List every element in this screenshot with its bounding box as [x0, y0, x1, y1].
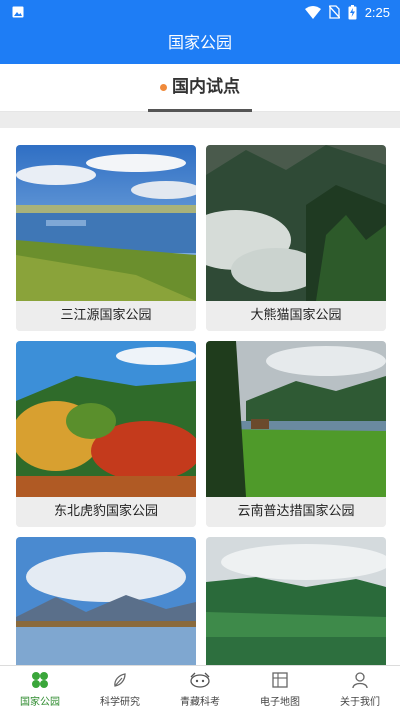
status-time: 2:25 [364, 4, 390, 20]
nav-label: 科学研究 [100, 697, 140, 708]
tab-dot-icon [160, 83, 167, 91]
park-icon [32, 672, 48, 688]
nav-about-us[interactable]: 关于我们 [320, 666, 400, 711]
status-bar: 2:25 [0, 0, 400, 24]
nav-map[interactable]: 电子地图 [240, 666, 320, 711]
expedition-icon [190, 672, 210, 688]
tab-label: 国内试点 [172, 77, 240, 97]
gallery-icon [12, 6, 24, 18]
park-card[interactable]: 东北虎豹国家公园 [16, 341, 196, 527]
park-name: 三江源国家公园 [16, 301, 196, 331]
park-card[interactable]: 大熊猫国家公园 [206, 145, 386, 331]
section-divider [0, 112, 400, 128]
park-name: 大熊猫国家公园 [206, 301, 386, 331]
nav-research[interactable]: 科学研究 [80, 666, 160, 711]
park-image [16, 341, 196, 497]
park-image [16, 537, 196, 665]
bottom-nav: 国家公园 科学研究 青藏科考 电子地图 关于我们 [0, 665, 400, 711]
nav-label: 青藏科考 [180, 697, 220, 708]
user-icon [352, 672, 368, 689]
park-name: 东北虎豹国家公园 [16, 497, 196, 527]
tab-bar: 国内试点 [0, 64, 400, 112]
nav-national-parks[interactable]: 国家公园 [0, 666, 80, 711]
nav-label: 电子地图 [260, 697, 300, 708]
wifi-icon [304, 5, 321, 19]
park-image [206, 537, 386, 665]
park-card[interactable] [206, 537, 386, 665]
nav-label: 关于我们 [340, 697, 380, 708]
park-grid: 三江源国家公园 大熊猫国家公园 东北虎豹国家公园 云南普达措国家公园 [0, 128, 400, 665]
park-image [206, 145, 386, 301]
no-sim-icon [328, 5, 340, 19]
tab-domestic-pilot[interactable]: 国内试点 [148, 64, 252, 112]
battery-charging-icon [348, 4, 357, 19]
park-card[interactable] [16, 537, 196, 665]
park-image [16, 145, 196, 301]
park-image [206, 341, 386, 497]
map-icon [272, 672, 288, 688]
park-card[interactable]: 云南普达措国家公园 [206, 341, 386, 527]
park-name: 云南普达措国家公园 [206, 497, 386, 527]
app-bar-title: 国家公园 [0, 24, 400, 64]
research-icon [114, 673, 126, 687]
nav-label: 国家公园 [20, 697, 60, 708]
park-card[interactable]: 三江源国家公园 [16, 145, 196, 331]
nav-expedition[interactable]: 青藏科考 [160, 666, 240, 711]
